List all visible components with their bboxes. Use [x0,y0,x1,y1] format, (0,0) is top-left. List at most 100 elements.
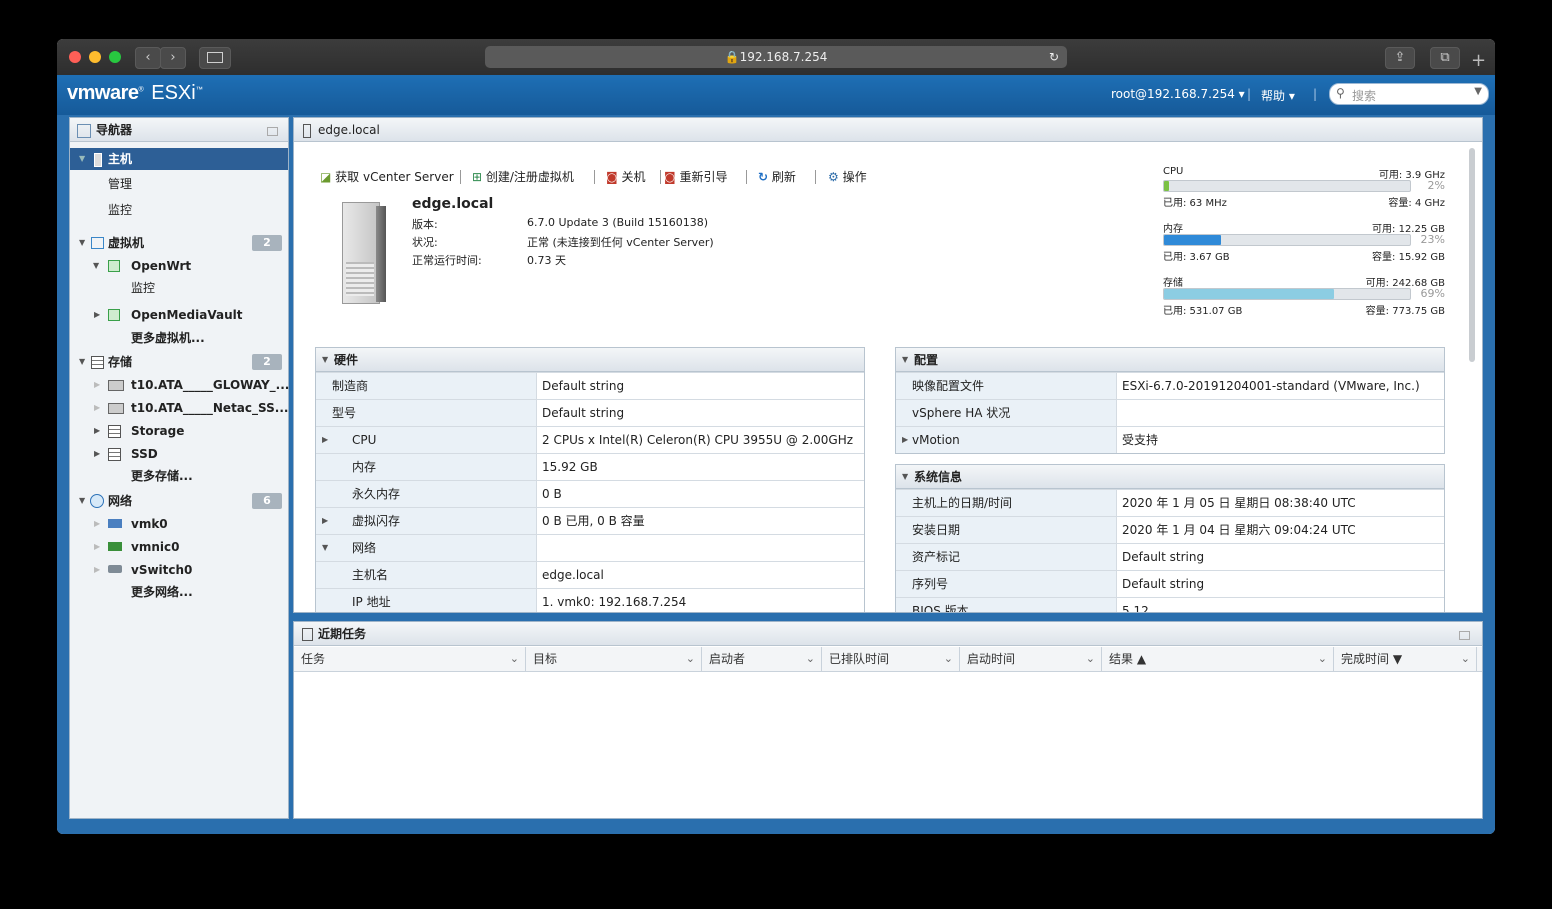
nav-datastore-storage[interactable]: ▶ Storage [70,420,288,442]
chevron-left-icon: ‹ [145,50,151,65]
nav-more-vms[interactable]: 更多虚拟机... [70,327,288,349]
row-value: 1. vmk0: 192.168.7.254 [542,595,687,609]
search-placeholder: 搜索 [1352,89,1377,103]
chevron-down-icon[interactable]: ⌄ [1086,647,1095,671]
reboot-button[interactable]: ◙ 重新引导 [664,169,728,185]
browser-window: ‹ › 🔒192.168.7.254 ↻ ⇪ ⧉ + vmware® ESXi™… [57,39,1495,834]
vm-count-badge: 2 [252,235,282,251]
forward-button[interactable]: › [160,47,186,69]
nav-storage[interactable]: ▼ 存储 2 [70,351,288,373]
tasks-column[interactable]: 结果 ▲ ⌄ [1102,647,1334,671]
table-row: 型号 Default string [316,399,864,427]
hardware-header[interactable]: ▼ 硬件 [316,348,864,372]
create-register-vm-button[interactable]: ⊞ 创建/注册虚拟机 [472,169,574,185]
nav-vm-openwrt-monitor[interactable]: 监控 [70,277,288,299]
tasks-column[interactable]: 启动者 ⌄ [702,647,822,671]
search-input[interactable]: ⚲ 搜索 ▼ [1329,83,1489,105]
row-value: 2020 年 1 月 05 日 星期日 08:38:40 UTC [1122,496,1356,510]
chevron-down-icon[interactable]: ⌄ [686,647,695,671]
user-menu[interactable]: root@192.168.7.254 ▾ [1111,87,1245,101]
navigator-panel: 导航器 ▼ 主机 管理 监控 ▼ 虚拟机 2 ▼ OpenWrt 监控 ▶ Op… [69,117,289,819]
nav-vms[interactable]: ▼ 虚拟机 2 [70,232,288,254]
collapse-panel-icon[interactable] [1459,631,1470,640]
tasks-column[interactable]: 完成时间 ▼ ⌄ [1334,647,1477,671]
table-row: 主机名 edge.local [316,561,864,589]
nav-host-monitor[interactable]: 监控 [70,199,288,221]
system-info-table: ▼ 系统信息 主机上的日期/时间 2020 年 1 月 05 日 星期日 08:38… [895,464,1445,612]
help-menu[interactable]: 帮助 ▾ [1261,87,1295,104]
minimize-window-button[interactable] [89,51,101,63]
nav-host[interactable]: ▼ 主机 [70,148,288,170]
zoom-window-button[interactable] [109,51,121,63]
resource-name: 内存 [1163,224,1183,235]
nav-host-manage[interactable]: 管理 [70,173,288,195]
reload-icon[interactable]: ↻ [1049,46,1059,68]
back-button[interactable]: ‹ [135,47,161,69]
close-window-button[interactable] [69,51,81,63]
system-info-header[interactable]: ▼ 系统信息 [896,465,1444,489]
tasks-column[interactable]: 任务 ⌄ [294,647,526,671]
row-key-cell: 永久内存 [316,481,537,507]
row-key: 资产标记 [912,550,961,564]
chevron-down-icon[interactable]: ⌄ [1461,647,1470,671]
vm-running-icon [108,309,120,321]
address-bar[interactable]: 🔒192.168.7.254 ↻ [485,46,1067,68]
row-value: ESXi-6.7.0-20191204001-standard (VMware,… [1122,379,1420,393]
row-key-cell: 内存 [316,454,537,480]
chevron-down-icon[interactable]: ⌄ [944,647,953,671]
expand-open-icon[interactable]: ▼ [322,535,328,561]
tasks-column[interactable]: 目标 ⌄ [526,647,702,671]
share-button[interactable]: ⇪ [1385,47,1415,69]
resource-percent: 23% [1420,233,1445,246]
table-row: 序列号 Default string [896,570,1444,598]
collapse-panel-icon[interactable] [267,127,278,136]
physical-nic-icon [108,542,122,551]
nav-datastore-netac[interactable]: ▶ t10.ATA_____Netac_SS... [70,397,288,419]
get-vcenter-button[interactable]: ◪ 获取 vCenter Server [320,169,454,185]
tasks-column-label: 完成时间 ▼ [1341,652,1403,666]
vswitch-icon [108,565,122,573]
refresh-button[interactable]: ↻ 刷新 [758,169,796,185]
nav-vm-openmediavault[interactable]: ▶ OpenMediaVault [70,304,288,326]
nav-network[interactable]: ▼ 网络 6 [70,490,288,512]
sidebar-icon [207,52,223,63]
sidebar-toggle-button[interactable] [199,47,231,69]
config-header[interactable]: ▼ 配置 [896,348,1444,372]
row-value: 受支持 [1122,433,1159,447]
nav-net-vmk0[interactable]: ▶ vmk0 [70,513,288,535]
expand-closed-icon[interactable]: ▶ [322,508,328,534]
disk-icon [108,380,124,391]
lock-icon: 🔒 [724,50,740,64]
address-text: 192.168.7.254 [739,50,828,64]
expand-closed-icon[interactable]: ▶ [902,427,908,453]
nav-more-network[interactable]: 更多网络... [70,581,288,603]
nav-datastore-ssd[interactable]: ▶ SSD [70,443,288,465]
host-panel-scrollbar[interactable] [1469,148,1475,362]
nav-more-storage[interactable]: 更多存储... [70,465,288,487]
host-panel-header: edge.local [294,118,1482,142]
nav-net-vswitch0[interactable]: ▶ vSwitch0 [70,559,288,581]
storage-count-badge: 2 [252,354,282,370]
actions-button[interactable]: ⚙ 操作 [828,169,867,185]
nav-datastore-gloway[interactable]: ▶ t10.ATA_____GLOWAY_... [70,374,289,396]
resource-bar-fill [1164,181,1169,191]
row-key-cell: 主机上的日期/时间 [896,490,1117,516]
chevron-down-icon[interactable]: ▼ [1474,86,1482,97]
tasks-column[interactable]: 已排队时间 ⌄ [822,647,960,671]
row-value: edge.local [542,568,604,582]
tasks-column[interactable]: 启动时间 ⌄ [960,647,1102,671]
row-key: 主机上的日期/时间 [912,496,1013,510]
chevron-down-icon[interactable]: ⌄ [510,647,519,671]
reboot-icon: ◙ [664,170,676,184]
tabs-overview-button[interactable]: ⧉ [1430,47,1460,69]
host-name: edge.local [412,196,494,212]
nav-vm-openwrt[interactable]: ▼ OpenWrt [70,255,288,277]
chevron-down-icon[interactable]: ⌄ [806,647,815,671]
shutdown-button[interactable]: ◙ 关机 [606,169,646,185]
new-tab-button[interactable]: + [1471,51,1486,71]
expand-closed-icon[interactable]: ▶ [322,427,328,453]
search-icon: ⚲ [1336,86,1345,100]
row-key: 内存 [352,460,377,474]
chevron-down-icon[interactable]: ⌄ [1318,647,1327,671]
nav-net-vmnic0[interactable]: ▶ vmnic0 [70,536,288,558]
